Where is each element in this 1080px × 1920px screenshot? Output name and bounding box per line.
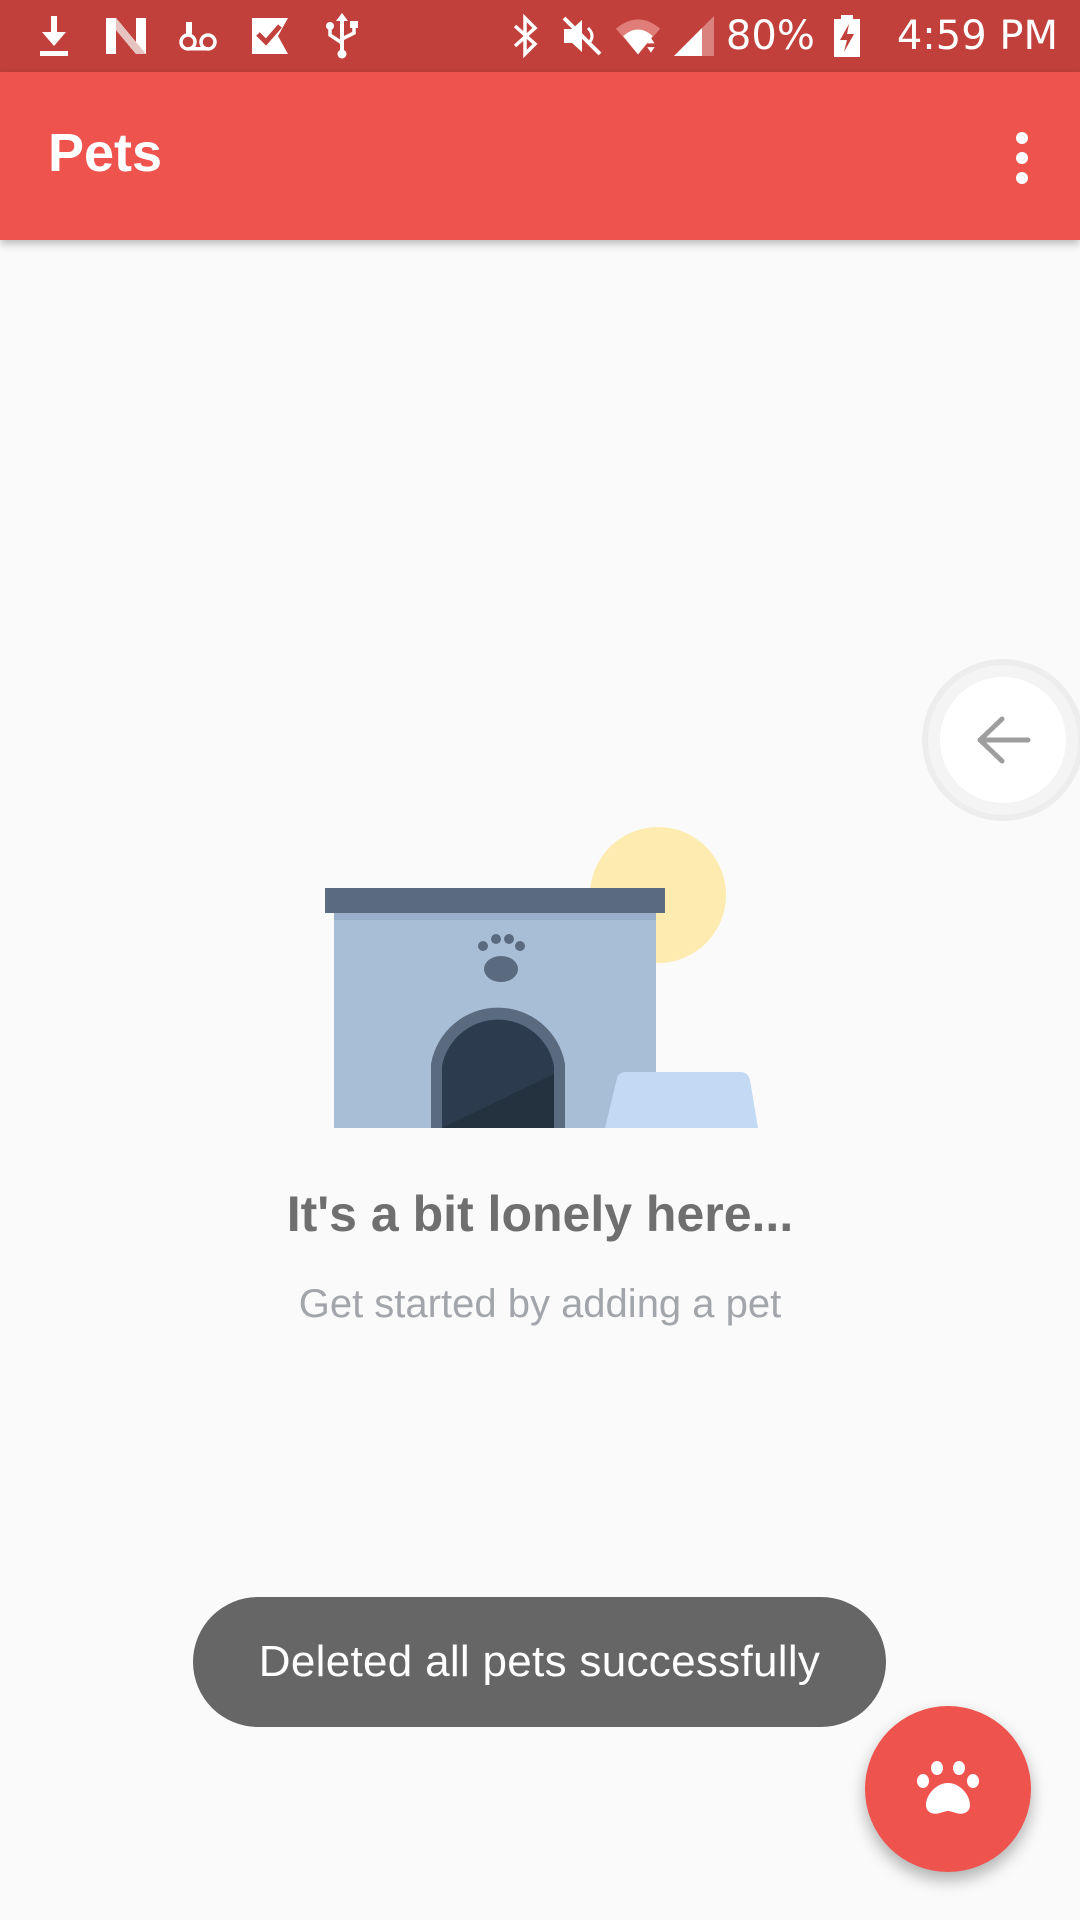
arrow-left-icon	[977, 716, 1031, 764]
usb-icon	[318, 12, 366, 60]
check-flag-icon	[246, 12, 294, 60]
download-icon	[30, 12, 78, 60]
doghouse-roof	[325, 888, 665, 913]
status-bar: 80% 4:59 PM	[0, 0, 1080, 72]
n-icon	[102, 12, 150, 60]
empty-state-title: It's a bit lonely here...	[286, 1186, 794, 1242]
status-time: 4:59 PM	[896, 13, 1058, 59]
signal-icon	[670, 12, 718, 60]
battery-charging-icon	[823, 12, 871, 60]
battery-percent: 80%	[725, 13, 815, 59]
edge-back-button[interactable]	[928, 665, 1078, 815]
app-bar: Pets	[0, 72, 1080, 240]
empty-state-subtitle: Get started by adding a pet	[298, 1282, 782, 1326]
overflow-menu-button[interactable]	[986, 112, 1058, 204]
status-left-icons	[30, 0, 366, 72]
wifi-icon	[614, 12, 662, 60]
mute-icon	[558, 12, 606, 60]
overflow-menu-icon	[1016, 132, 1028, 184]
bluetooth-icon	[502, 12, 550, 60]
page-title: Pets	[48, 123, 163, 183]
empty-state-illustration	[320, 820, 760, 1140]
paw-icon	[917, 1761, 979, 1814]
status-right-icons: 80% 4:59 PM	[502, 0, 1058, 72]
food-bowl	[605, 1072, 758, 1128]
add-pet-fab[interactable]	[865, 1706, 1031, 1872]
toast: Deleted all pets successfully	[193, 1597, 886, 1727]
voicemail-icon	[174, 12, 222, 60]
edge-back-button-inner	[940, 677, 1066, 803]
toast-message: Deleted all pets successfully	[258, 1637, 821, 1686]
